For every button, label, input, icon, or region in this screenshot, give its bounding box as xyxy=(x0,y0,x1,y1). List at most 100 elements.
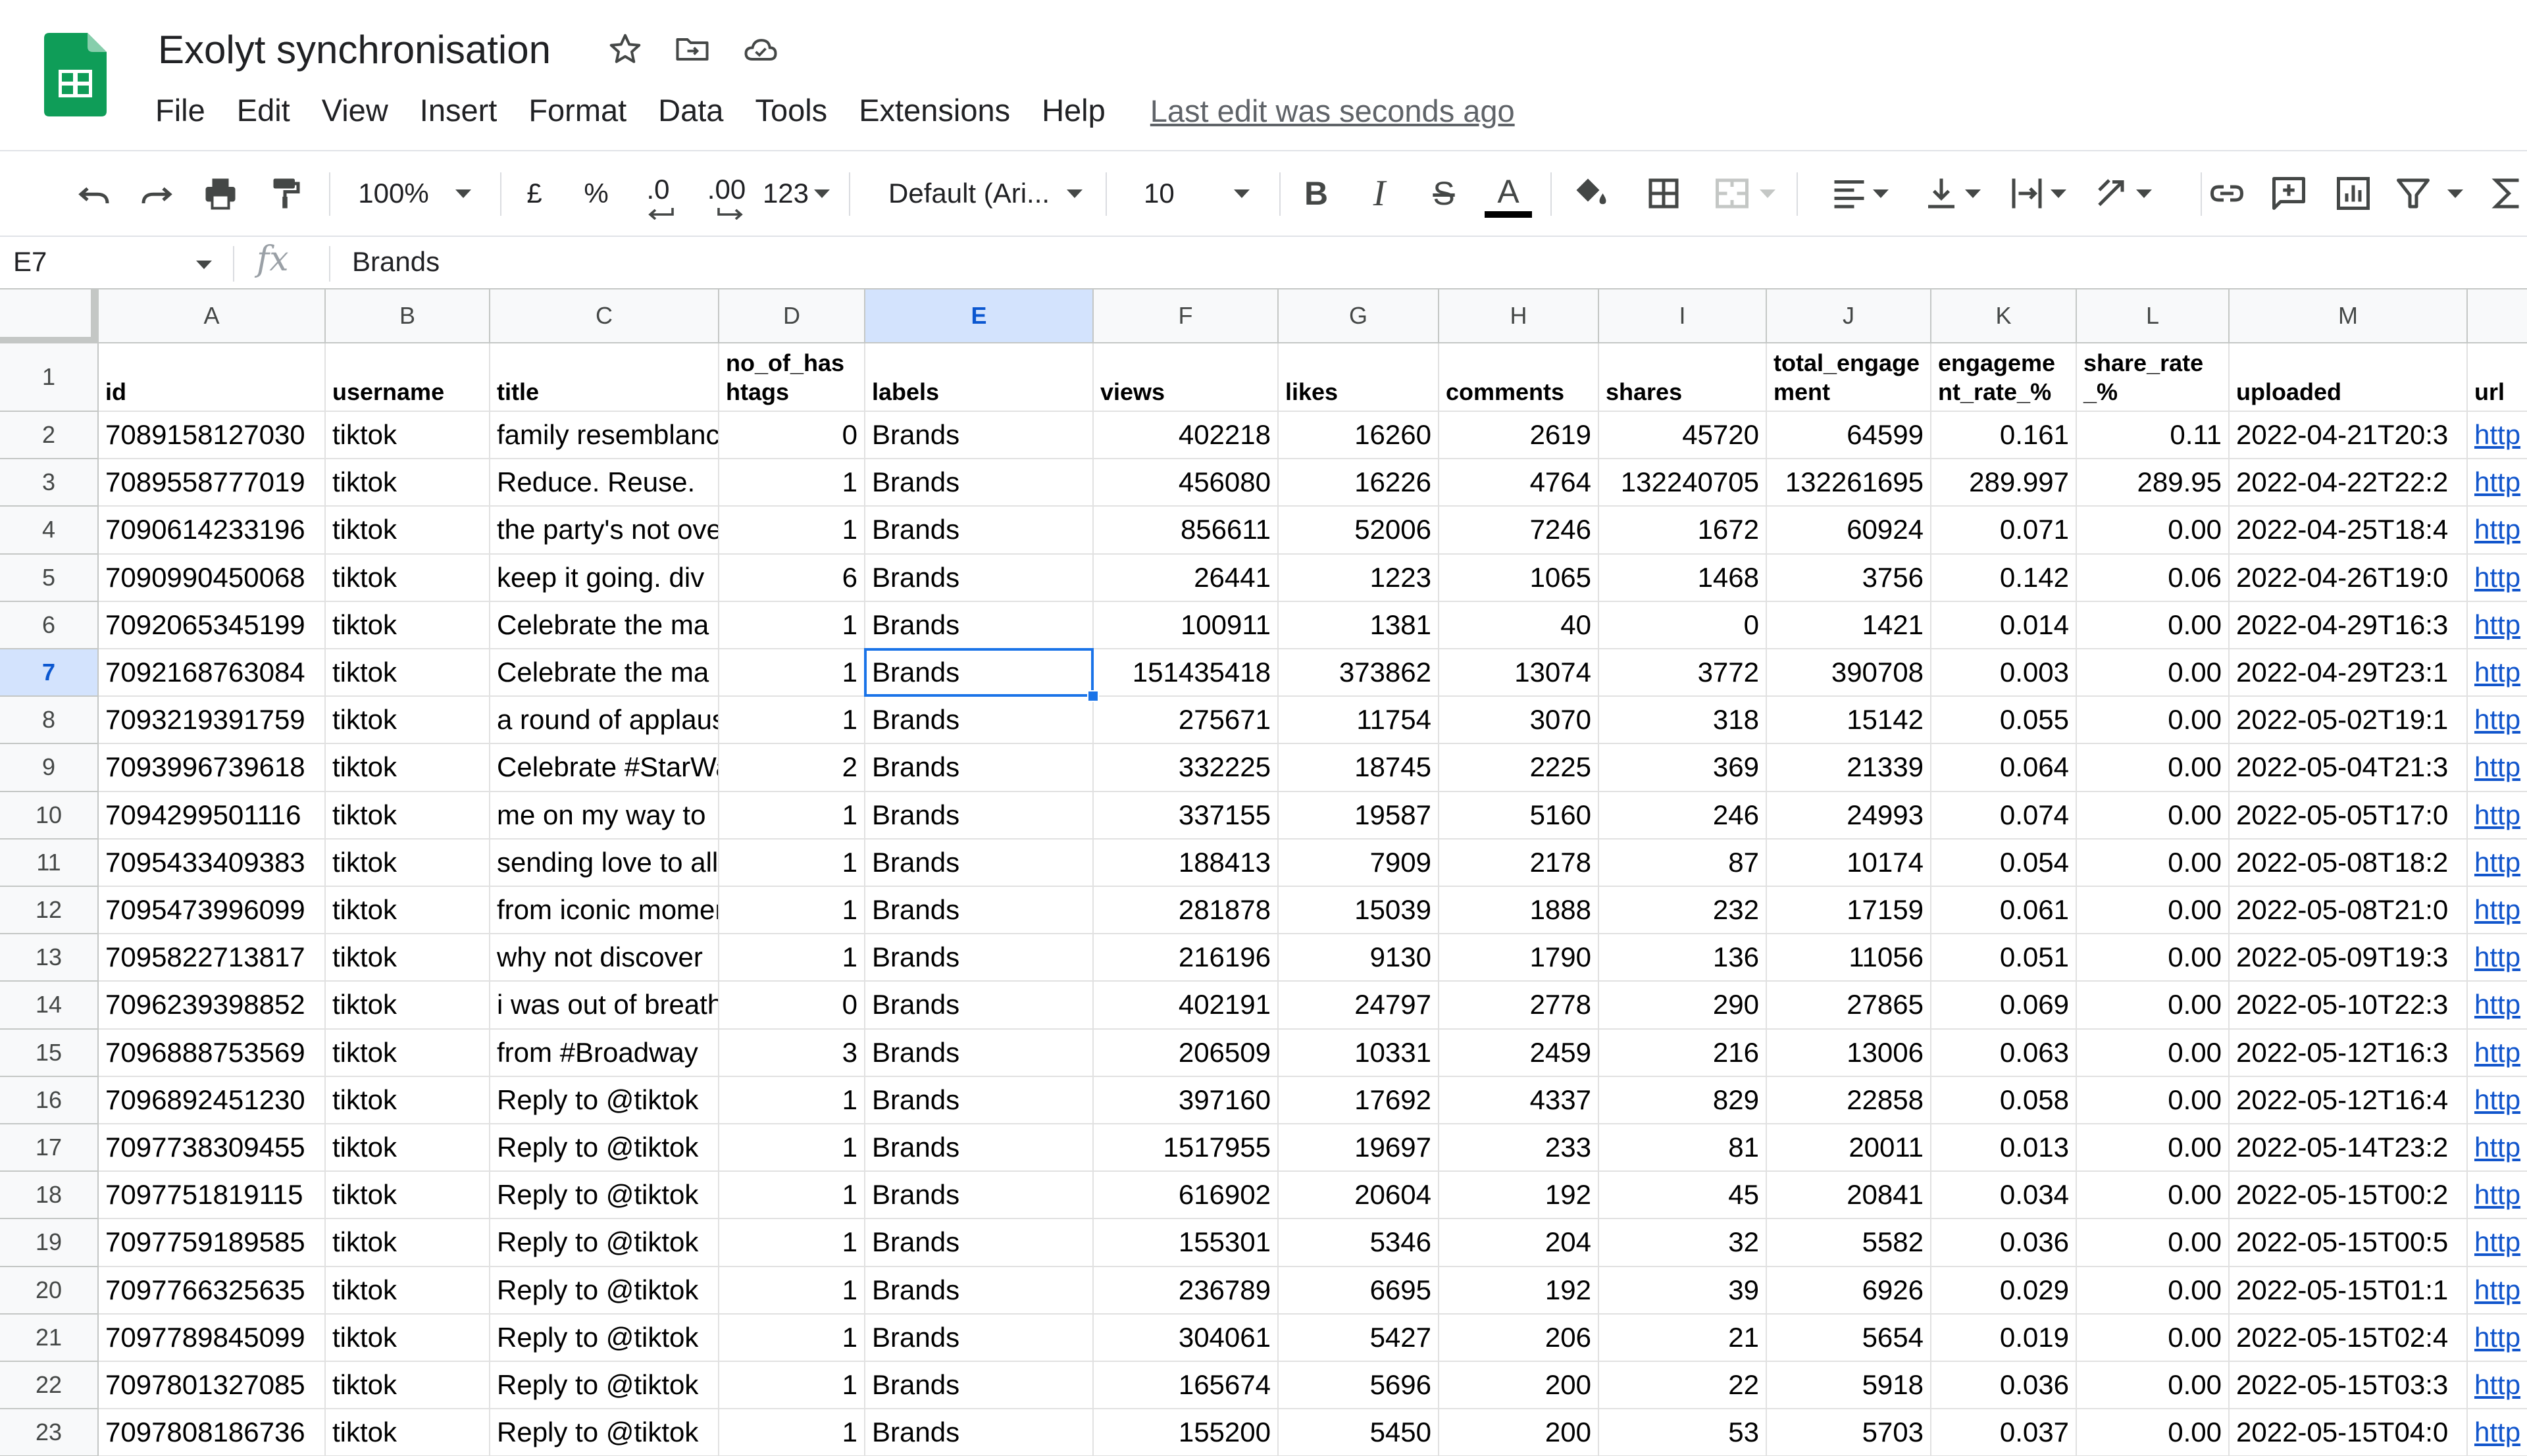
table-cell[interactable]: 32 xyxy=(1599,1219,1767,1267)
table-cell[interactable]: 7092065345199 xyxy=(99,601,326,649)
table-cell[interactable]: 232 xyxy=(1599,887,1767,935)
url-link[interactable]: http xyxy=(2468,1409,2527,1456)
number-format-select[interactable]: 123 xyxy=(757,151,836,236)
column-header-n[interactable] xyxy=(2468,289,2527,343)
table-cell[interactable]: 3 xyxy=(719,1029,865,1077)
percent-format-button[interactable]: % xyxy=(575,151,617,236)
menu-tools[interactable]: Tools xyxy=(739,84,843,137)
table-cell[interactable]: Reply to @tiktok xyxy=(490,1124,719,1172)
table-cell[interactable]: 2022-05-10T22:3 xyxy=(2230,982,2468,1030)
table-cell[interactable]: 206509 xyxy=(1094,1029,1279,1077)
table-cell[interactable]: 136 xyxy=(1599,934,1767,982)
table-cell[interactable]: tiktok xyxy=(326,507,490,555)
row-header-15[interactable]: 15 xyxy=(0,1029,99,1077)
table-cell[interactable]: 2619 xyxy=(1439,412,1599,460)
table-cell[interactable]: Brands xyxy=(865,459,1094,507)
table-cell[interactable]: Brands xyxy=(865,1314,1094,1362)
url-link[interactable]: http xyxy=(2468,459,2527,507)
table-cell[interactable]: tiktok xyxy=(326,839,490,887)
table-cell[interactable]: tiktok xyxy=(326,1076,490,1124)
table-cell[interactable]: 1 xyxy=(719,791,865,840)
table-cell[interactable]: 40 xyxy=(1439,601,1599,649)
menu-file[interactable]: File xyxy=(140,84,221,137)
header-cell[interactable]: username xyxy=(326,343,490,412)
header-cell[interactable]: views xyxy=(1094,343,1279,412)
horizontal-align-button[interactable] xyxy=(1823,151,1895,236)
table-cell[interactable]: 22858 xyxy=(1767,1076,1931,1124)
table-cell[interactable]: 0.00 xyxy=(2077,744,2230,792)
table-cell[interactable]: Brands xyxy=(865,1172,1094,1220)
borders-button[interactable] xyxy=(1639,151,1689,236)
table-cell[interactable]: 0.054 xyxy=(1931,839,2077,887)
table-cell[interactable]: Brands xyxy=(865,1219,1094,1267)
freeze-column-handle[interactable] xyxy=(91,289,99,343)
row-header-22[interactable]: 22 xyxy=(0,1362,99,1410)
table-cell[interactable]: 2178 xyxy=(1439,839,1599,887)
menu-data[interactable]: Data xyxy=(642,84,739,137)
table-cell[interactable]: 332225 xyxy=(1094,744,1279,792)
column-header-c[interactable]: C xyxy=(490,289,719,343)
table-cell[interactable]: 10331 xyxy=(1279,1029,1439,1077)
table-cell[interactable]: 390708 xyxy=(1767,649,1931,697)
table-cell[interactable]: 7909 xyxy=(1279,839,1439,887)
table-cell[interactable]: 0.019 xyxy=(1931,1314,2077,1362)
print-button[interactable] xyxy=(195,151,245,236)
table-cell[interactable]: 2022-04-25T18:4 xyxy=(2230,507,2468,555)
filter-button[interactable] xyxy=(2389,151,2468,236)
table-cell[interactable]: 7097801327085 xyxy=(99,1362,326,1410)
table-cell[interactable]: 1 xyxy=(719,1076,865,1124)
table-cell[interactable]: 7094299501116 xyxy=(99,791,326,840)
table-cell[interactable]: 7093219391759 xyxy=(99,697,326,745)
table-cell[interactable]: 0.069 xyxy=(1931,982,2077,1030)
table-cell[interactable]: 2022-05-12T16:4 xyxy=(2230,1076,2468,1124)
table-cell[interactable]: 0.00 xyxy=(2077,982,2230,1030)
table-cell[interactable]: 1 xyxy=(719,1409,865,1456)
url-link[interactable]: http xyxy=(2468,744,2527,792)
table-cell[interactable]: tiktok xyxy=(326,1172,490,1220)
table-cell[interactable]: Brands xyxy=(865,697,1094,745)
table-cell[interactable]: 2 xyxy=(719,744,865,792)
table-cell[interactable]: 0.036 xyxy=(1931,1219,2077,1267)
table-cell[interactable]: Brands xyxy=(865,649,1094,697)
table-cell[interactable]: 2022-05-02T19:1 xyxy=(2230,697,2468,745)
table-cell[interactable]: 200 xyxy=(1439,1409,1599,1456)
table-cell[interactable]: tiktok xyxy=(326,887,490,935)
url-link[interactable]: http xyxy=(2468,887,2527,935)
table-cell[interactable]: the party's not over xyxy=(490,507,719,555)
table-cell[interactable]: 0.00 xyxy=(2077,791,2230,840)
url-link[interactable]: http xyxy=(2468,1362,2527,1410)
table-cell[interactable]: 19697 xyxy=(1279,1124,1439,1172)
table-cell[interactable]: tiktok xyxy=(326,934,490,982)
table-cell[interactable]: Brands xyxy=(865,744,1094,792)
table-cell[interactable]: 246 xyxy=(1599,791,1767,840)
table-cell[interactable]: 1 xyxy=(719,649,865,697)
table-cell[interactable]: 7089558777019 xyxy=(99,459,326,507)
table-cell[interactable]: 87 xyxy=(1599,839,1767,887)
table-cell[interactable]: 52006 xyxy=(1279,507,1439,555)
table-cell[interactable]: tiktok xyxy=(326,982,490,1030)
table-cell[interactable]: 5427 xyxy=(1279,1314,1439,1362)
table-cell[interactable]: 2022-05-15T04:0 xyxy=(2230,1409,2468,1456)
table-cell[interactable]: 7097789845099 xyxy=(99,1314,326,1362)
table-cell[interactable]: tiktok xyxy=(326,459,490,507)
table-cell[interactable]: 0.071 xyxy=(1931,507,2077,555)
vertical-align-button[interactable] xyxy=(1915,151,1987,236)
header-cell[interactable]: share_rate_% xyxy=(2077,343,2230,412)
insert-chart-button[interactable] xyxy=(2328,151,2378,236)
table-cell[interactable]: 81 xyxy=(1599,1124,1767,1172)
table-cell[interactable]: 0.00 xyxy=(2077,934,2230,982)
table-cell[interactable]: 7092168763084 xyxy=(99,649,326,697)
row-header-18[interactable]: 18 xyxy=(0,1172,99,1220)
menu-format[interactable]: Format xyxy=(513,84,642,137)
table-cell[interactable]: Reply to @tiktok xyxy=(490,1314,719,1362)
table-cell[interactable]: 64599 xyxy=(1767,412,1931,460)
name-box[interactable]: E7 xyxy=(13,246,47,278)
table-cell[interactable]: tiktok xyxy=(326,697,490,745)
table-cell[interactable]: 0.142 xyxy=(1931,554,2077,602)
url-link[interactable]: http xyxy=(2468,649,2527,697)
column-header-m[interactable]: M xyxy=(2230,289,2468,343)
header-cell[interactable]: url xyxy=(2468,343,2527,412)
table-cell[interactable]: 0.00 xyxy=(2077,507,2230,555)
table-cell[interactable]: 0.11 xyxy=(2077,412,2230,460)
last-edit-link[interactable]: Last edit was seconds ago xyxy=(1150,93,1515,129)
